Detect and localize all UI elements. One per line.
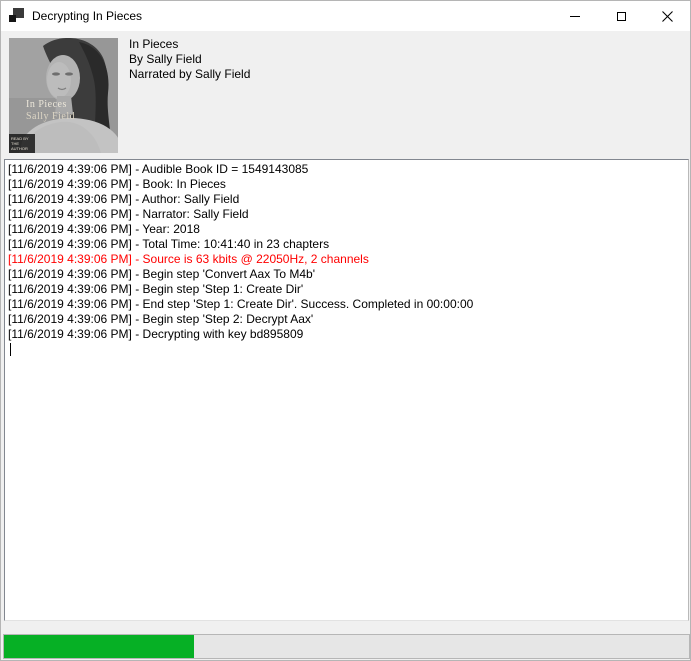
log-line: [11/6/2019 4:39:06 PM] - Book: In Pieces [8, 177, 688, 192]
text-caret [10, 343, 11, 356]
log-textbox[interactable]: [11/6/2019 4:39:06 PM] - Audible Book ID… [4, 159, 689, 621]
log-line: [11/6/2019 4:39:06 PM] - Year: 2018 [8, 222, 688, 237]
progress-fill [4, 635, 194, 658]
book-author: By Sally Field [129, 52, 250, 67]
app-icon-square-small [9, 15, 16, 22]
log-line: [11/6/2019 4:39:06 PM] - Source is 63 kb… [8, 252, 688, 267]
app-icon [9, 8, 25, 24]
minimize-button[interactable] [552, 1, 598, 31]
book-narrator: Narrated by Sally Field [129, 67, 250, 82]
log-line: [11/6/2019 4:39:06 PM] - End step 'Step … [8, 297, 688, 312]
progress-bar [3, 634, 690, 659]
minimize-icon [570, 16, 580, 17]
log-line: [11/6/2019 4:39:06 PM] - Begin step 'Ste… [8, 312, 688, 327]
log-line: [11/6/2019 4:39:06 PM] - Total Time: 10:… [8, 237, 688, 252]
book-title: In Pieces [129, 37, 250, 52]
book-cover: In Pieces Sally Field READ BY THE AUTHOR… [9, 38, 118, 153]
cover-badge: READ BY THE AUTHOR Unabridged [9, 134, 35, 153]
log-line: [11/6/2019 4:39:06 PM] - Begin step 'Con… [8, 267, 688, 282]
window-controls [552, 1, 690, 31]
window-title: Decrypting In Pieces [32, 9, 142, 23]
close-button[interactable] [644, 1, 690, 31]
cover-author-text: Sally Field [26, 111, 75, 122]
maximize-icon [617, 12, 626, 21]
log-line: [11/6/2019 4:39:06 PM] - Author: Sally F… [8, 192, 688, 207]
log-line: [11/6/2019 4:39:06 PM] - Narrator: Sally… [8, 207, 688, 222]
log-line: [11/6/2019 4:39:06 PM] - Decrypting with… [8, 327, 688, 342]
maximize-button[interactable] [598, 1, 644, 31]
log-line: [11/6/2019 4:39:06 PM] - Begin step 'Ste… [8, 282, 688, 297]
cover-badge-line2: THE AUTHOR [11, 141, 34, 151]
app-window: Decrypting In Pieces [0, 0, 691, 661]
log-line: [11/6/2019 4:39:06 PM] - Audible Book ID… [8, 162, 688, 177]
cover-title-text: In Pieces [26, 99, 67, 110]
title-bar[interactable]: Decrypting In Pieces [1, 1, 690, 31]
close-icon [662, 11, 673, 22]
book-info: In Pieces By Sally Field Narrated by Sal… [129, 37, 250, 82]
